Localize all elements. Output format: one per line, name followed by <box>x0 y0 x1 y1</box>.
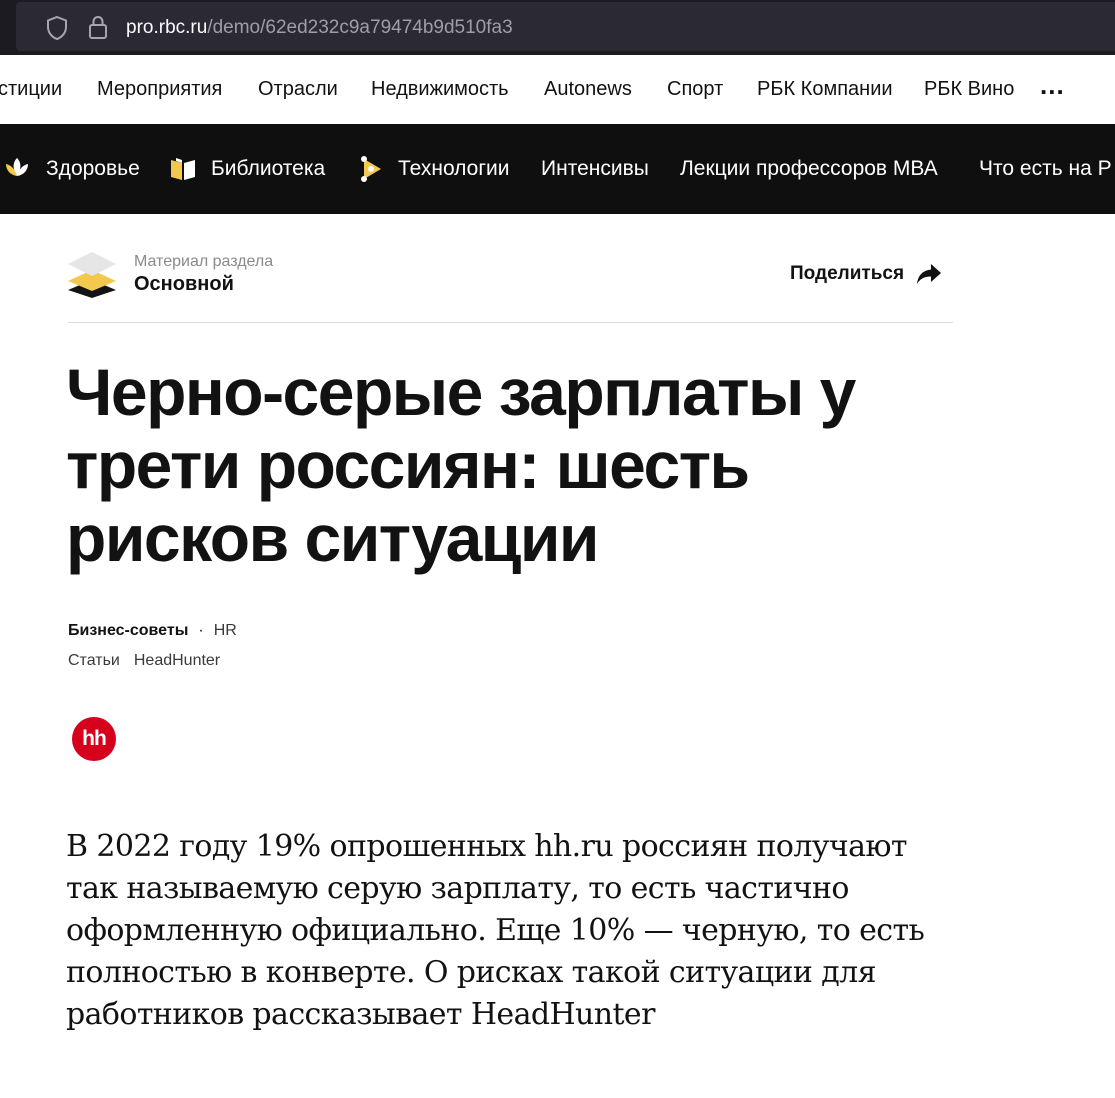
url-text[interactable]: pro.rbc.ru/demo/62ed232c9a79474b9d510fa3 <box>126 17 513 39</box>
shield-icon[interactable] <box>46 15 68 41</box>
share-arrow-icon <box>917 264 942 284</box>
article-meta: Статьи HeadHunter <box>68 652 220 670</box>
section-name[interactable]: Основной <box>134 273 234 296</box>
health-icon <box>6 158 28 176</box>
book-icon <box>171 158 195 180</box>
tech-icon <box>361 156 381 182</box>
top-nav-item-nedvizhimost[interactable]: Недвижимость <box>371 78 509 101</box>
top-nav-item-investitsii[interactable]: стиции <box>0 78 62 101</box>
article-lead: В 2022 году 19% опрошенных hh.ru россиян… <box>66 829 925 1032</box>
section-logo-icon <box>68 252 116 298</box>
tag-business-advice[interactable]: Бизнес-советы <box>68 622 188 639</box>
section-caption: Материал раздела <box>134 253 274 270</box>
article-headline: Черно-серые зарплаты у трети россиян: ше… <box>66 355 856 575</box>
article-tags: Бизнес-советы · HR <box>68 622 237 640</box>
more-menu-button[interactable]: ... <box>1040 70 1065 101</box>
category-nav-item-intensives[interactable]: Интенсивы <box>541 157 649 181</box>
top-nav: стиции Мероприятия Отрасли Недвижимость … <box>0 55 1115 124</box>
tag-hr[interactable]: HR <box>214 622 237 639</box>
address-bar[interactable]: pro.rbc.ru/demo/62ed232c9a79474b9d510fa3 <box>16 2 1115 51</box>
lock-icon[interactable] <box>88 14 108 40</box>
share-button[interactable]: Поделиться <box>790 260 942 288</box>
top-nav-item-autonews[interactable]: Autonews <box>544 78 632 101</box>
category-nav-item-library[interactable]: Библиотека <box>211 157 325 181</box>
header-divider <box>68 322 953 323</box>
tag-separator: · <box>198 622 204 639</box>
article-author[interactable]: HeadHunter <box>134 652 220 669</box>
top-nav-item-meropriyatiya[interactable]: Мероприятия <box>97 78 222 101</box>
category-nav: Здоровье Библиотека Технологии Интенсивы… <box>0 124 1115 214</box>
category-nav-item-tech[interactable]: Технологии <box>398 157 509 181</box>
top-nav-item-rbc-wine[interactable]: РБК Вино <box>924 78 1014 101</box>
share-label: Поделиться <box>790 263 905 284</box>
category-nav-item-mba-lectures[interactable]: Лекции профессоров МВА <box>680 157 938 181</box>
top-nav-item-otrasli[interactable]: Отрасли <box>258 78 338 101</box>
category-nav-item-health[interactable]: Здоровье <box>46 157 140 181</box>
url-host: pro.rbc.ru <box>126 17 208 38</box>
category-nav-item-what-to-eat[interactable]: Что есть на Р <box>979 157 1112 181</box>
url-path: /demo/62ed232c9a79474b9d510fa3 <box>207 17 513 38</box>
top-nav-item-rbc-companies[interactable]: РБК Компании <box>757 78 893 101</box>
top-nav-item-sport[interactable]: Спорт <box>667 78 723 101</box>
author-logo[interactable]: hh <box>72 717 116 761</box>
article-type[interactable]: Статьи <box>68 652 120 669</box>
browser-toolbar: pro.rbc.ru/demo/62ed232c9a79474b9d510fa3 <box>0 0 1115 55</box>
